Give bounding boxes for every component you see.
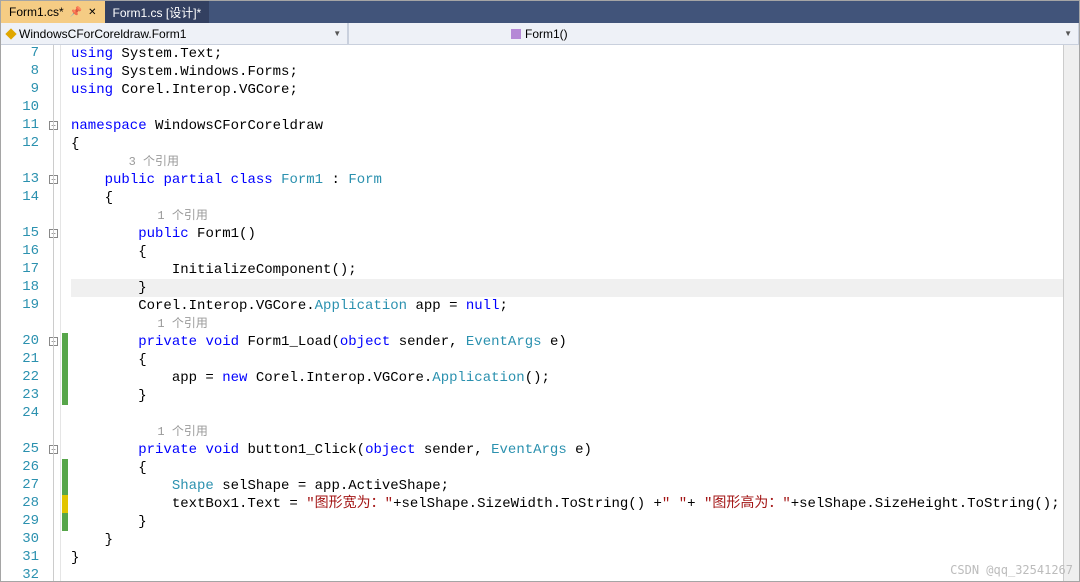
code-line[interactable]: InitializeComponent(); [71,261,1063,279]
code-line[interactable]: 3 个引用 [71,153,1063,171]
codelens-references[interactable]: 1 个引用 [71,317,208,331]
line-number: 26 [1,459,39,477]
code-line[interactable]: public partial class Form1 : Form [71,171,1063,189]
code-line[interactable]: using System.Text; [71,45,1063,63]
change-marker [62,333,68,351]
chevron-down-icon: ▼ [333,29,341,38]
code-line[interactable]: namespace WindowsCForCoreldraw [71,117,1063,135]
line-number: 11 [1,117,39,135]
code-line[interactable]: 1 个引用 [71,423,1063,441]
tab-form1-cs[interactable]: Form1.cs* 📌 ✕ [1,1,105,23]
line-number: 8 [1,63,39,81]
line-number: 13 [1,171,39,189]
code-line[interactable]: Shape selShape = app.ActiveShape; [71,477,1063,495]
ide-window: Form1.cs* 📌 ✕ Form1.cs [设计]* WindowsCFor… [0,0,1080,582]
code-line[interactable]: public Form1() [71,225,1063,243]
line-number-gutter: 7891011121314151617181920212223242526272… [1,45,47,581]
code-line[interactable]: { [71,135,1063,153]
code-line[interactable]: { [71,243,1063,261]
tab-form1-designer[interactable]: Form1.cs [设计]* [105,1,210,23]
line-number: 19 [1,297,39,315]
nav-splitter[interactable] [348,23,505,44]
line-number: 30 [1,531,39,549]
code-line[interactable]: textBox1.Text = "图形宽为："+selShape.SizeWid… [71,495,1063,513]
line-number: 22 [1,369,39,387]
line-number [1,153,39,171]
line-number: 27 [1,477,39,495]
code-line[interactable]: app = new Corel.Interop.VGCore.Applicati… [71,369,1063,387]
code-line[interactable]: } [71,513,1063,531]
navigation-bar: WindowsCForCoreldraw.Form1 ▼ Form1() ▼ [1,23,1079,45]
code-line[interactable] [71,99,1063,117]
line-number: 17 [1,261,39,279]
nav-scope-class[interactable]: WindowsCForCoreldraw.Form1 ▼ [1,23,348,44]
code-line[interactable]: private void Form1_Load(object sender, E… [71,333,1063,351]
code-line[interactable]: using Corel.Interop.VGCore; [71,81,1063,99]
document-tabstrip: Form1.cs* 📌 ✕ Form1.cs [设计]* [1,1,1079,23]
line-number: 12 [1,135,39,153]
line-number: 31 [1,549,39,567]
method-icon [511,29,521,39]
change-marker [62,369,68,387]
line-number [1,315,39,333]
pin-icon[interactable]: 📌 [70,7,82,18]
line-number: 18 [1,279,39,297]
change-marker [62,513,68,531]
code-text-area[interactable]: using System.Text;using System.Windows.F… [69,45,1063,581]
nav-scope-member[interactable]: Form1() ▼ [505,23,1079,44]
change-marker [62,351,68,369]
line-number: 32 [1,567,39,581]
code-line[interactable]: { [71,351,1063,369]
tab-label: Form1.cs* [9,5,64,19]
line-number: 20 [1,333,39,351]
line-number: 21 [1,351,39,369]
codelens-references[interactable]: 1 个引用 [71,209,208,223]
line-number: 10 [1,99,39,117]
change-marker [62,459,68,477]
line-number: 9 [1,81,39,99]
nav-class-text: WindowsCForCoreldraw.Form1 [19,27,186,41]
change-marker [62,477,68,495]
change-gutter [61,45,69,581]
line-number: 24 [1,405,39,423]
watermark: CSDN @qq_32541267 [950,563,1073,577]
code-line[interactable]: { [71,189,1063,207]
code-line[interactable]: 1 个引用 [71,207,1063,225]
outlining-gutter: −−−−− [47,45,61,581]
codelens-references[interactable]: 1 个引用 [71,425,208,439]
line-number [1,423,39,441]
code-line[interactable]: } [71,549,1063,567]
code-line[interactable]: } [71,387,1063,405]
vertical-scrollbar[interactable] [1063,45,1079,581]
code-line[interactable]: } [71,531,1063,549]
line-number: 23 [1,387,39,405]
code-line[interactable]: using System.Windows.Forms; [71,63,1063,81]
code-line[interactable] [71,567,1063,581]
change-marker [62,387,68,405]
line-number: 7 [1,45,39,63]
line-number [1,207,39,225]
line-number: 16 [1,243,39,261]
class-icon [5,28,16,39]
line-number: 25 [1,441,39,459]
code-line[interactable]: } [71,279,1063,297]
code-line[interactable]: Corel.Interop.VGCore.Application app = n… [71,297,1063,315]
line-number: 28 [1,495,39,513]
chevron-down-icon: ▼ [1064,29,1072,38]
line-number: 14 [1,189,39,207]
code-editor[interactable]: 7891011121314151617181920212223242526272… [1,45,1079,581]
line-number: 15 [1,225,39,243]
change-marker [62,495,68,513]
code-line[interactable]: 1 个引用 [71,315,1063,333]
codelens-references[interactable]: 3 个引用 [71,155,179,169]
nav-member-text: Form1() [525,27,568,41]
code-line[interactable]: { [71,459,1063,477]
code-line[interactable]: private void button1_Click(object sender… [71,441,1063,459]
code-line[interactable] [71,405,1063,423]
close-icon[interactable]: ✕ [88,7,96,18]
tab-label: Form1.cs [设计]* [113,4,202,21]
line-number: 29 [1,513,39,531]
